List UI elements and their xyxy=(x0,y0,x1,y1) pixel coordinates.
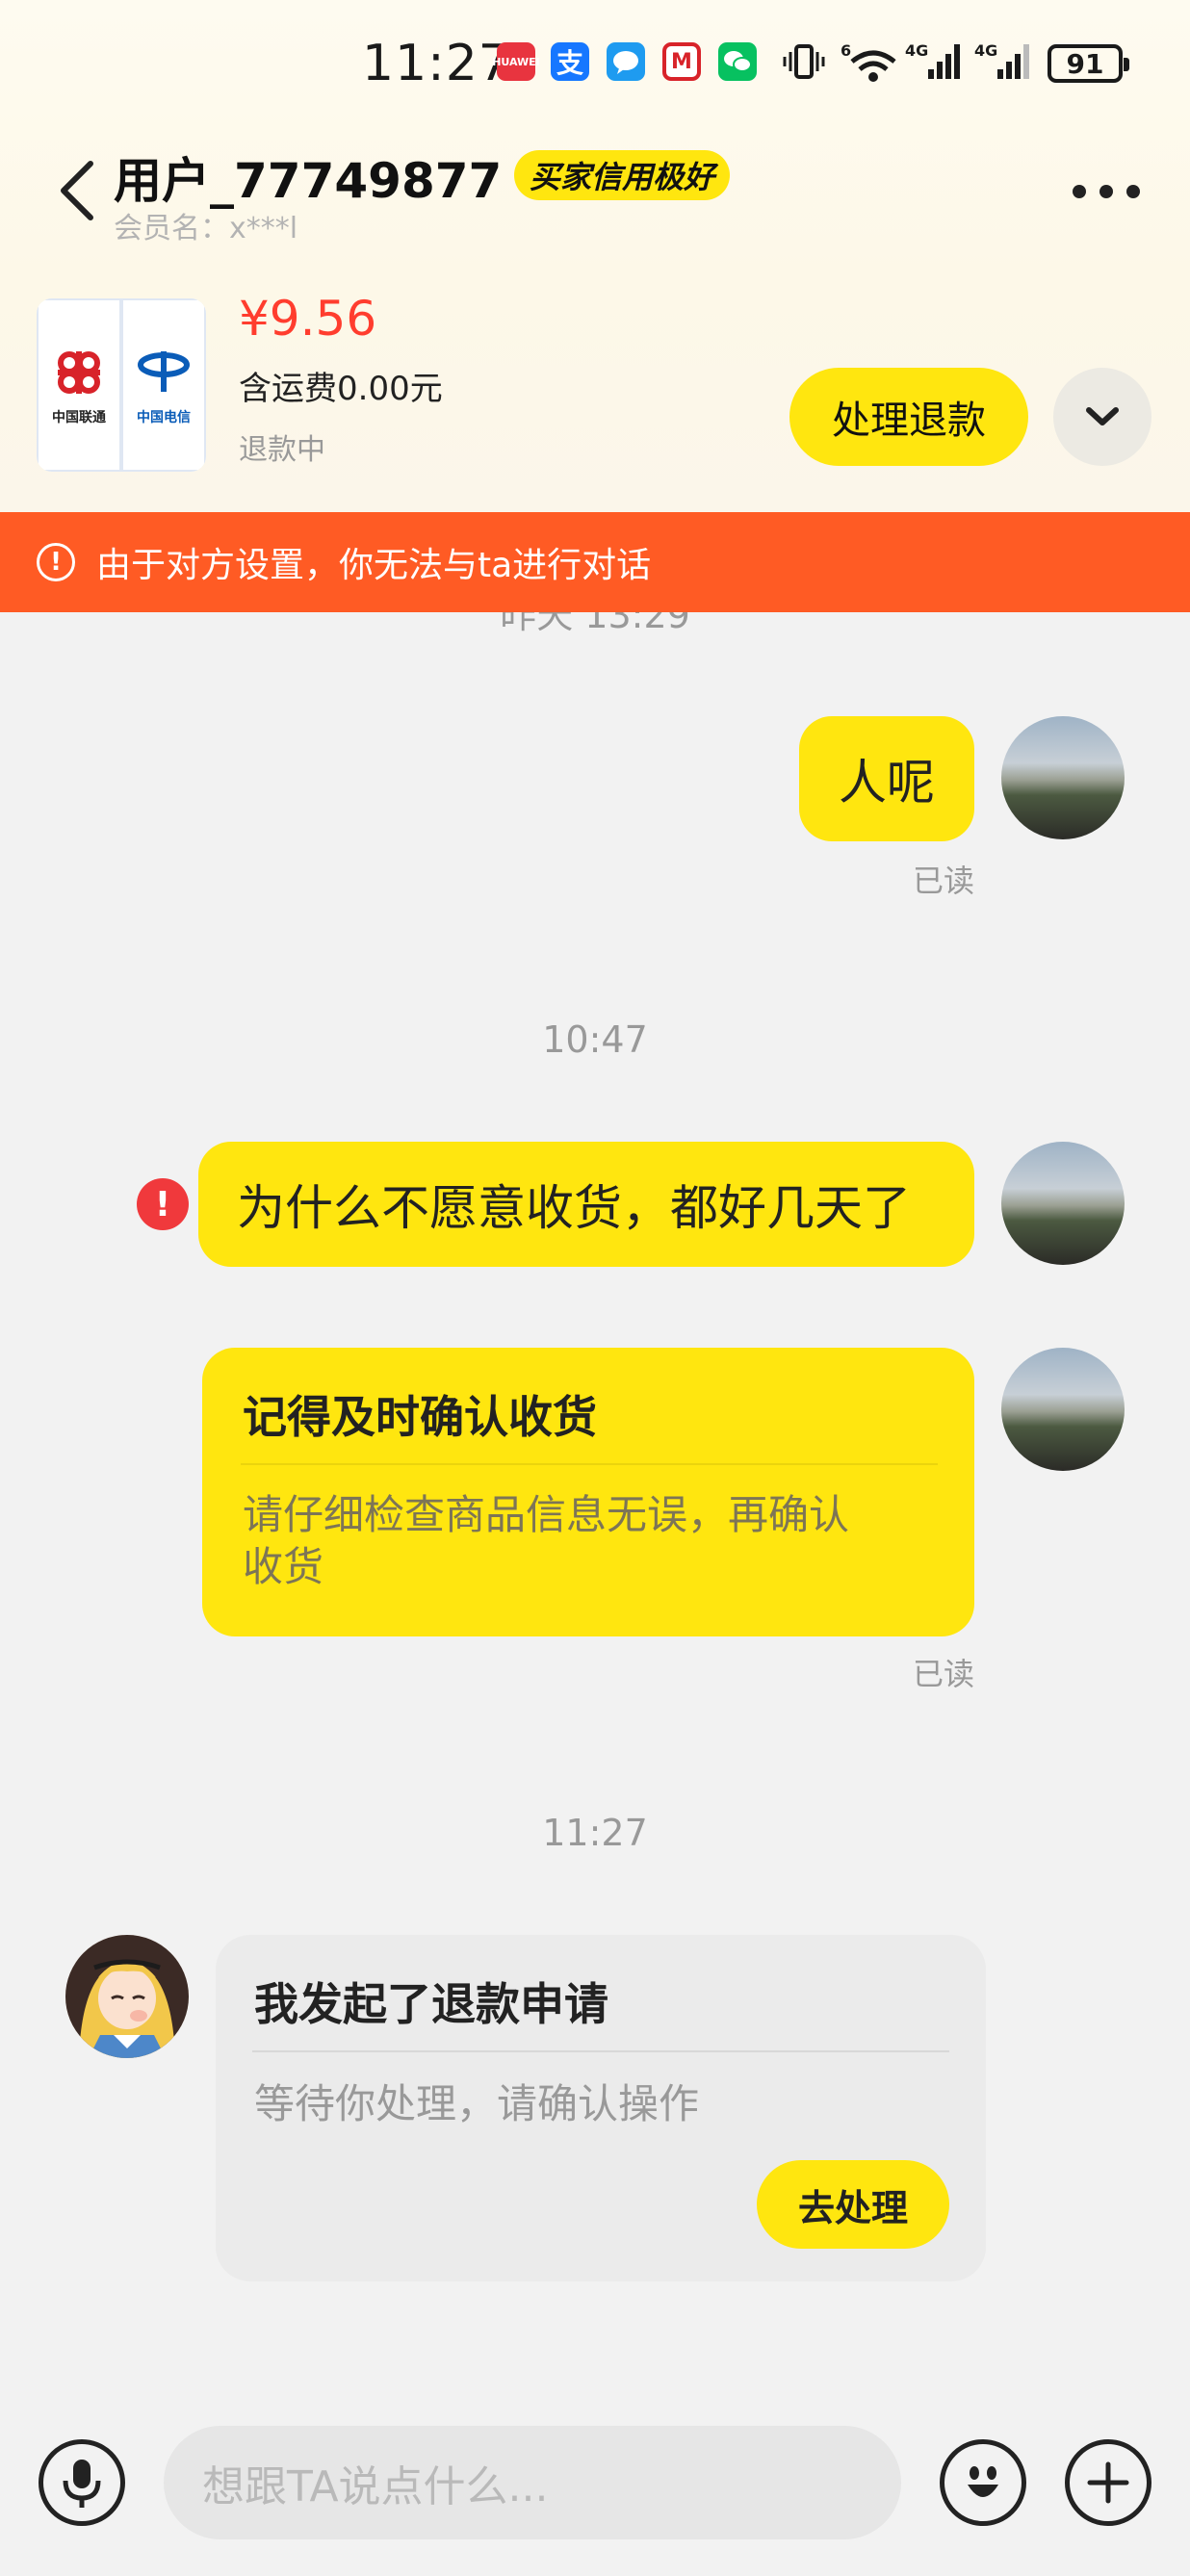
expand-order-button[interactable] xyxy=(1053,368,1151,466)
my-avatar[interactable] xyxy=(1001,716,1125,839)
plus-icon xyxy=(1087,2461,1129,2504)
credit-badge: 买家信用极好 xyxy=(514,150,731,200)
message-text: 人呢 xyxy=(839,755,935,811)
go-process-button[interactable]: 去处理 xyxy=(757,2160,949,2249)
chevron-left-icon xyxy=(61,161,93,220)
partner-avatar[interactable] xyxy=(65,1935,189,2058)
emoji-icon xyxy=(968,2466,998,2497)
message-app-icon xyxy=(607,42,645,81)
order-price: ¥9.56 xyxy=(239,291,377,347)
my-avatar[interactable] xyxy=(1001,1142,1125,1265)
signal-icon-1: 4G xyxy=(905,39,963,85)
alipay-icon: 支 xyxy=(551,42,589,81)
chevron-down-icon xyxy=(1086,407,1119,425)
dot-icon xyxy=(1073,185,1086,198)
confirm-receipt-card[interactable]: 记得及时确认收货 请仔细检查商品信息无误，再确认 收货 xyxy=(202,1348,974,1636)
message-bubble-outgoing[interactable]: 人呢 xyxy=(799,716,974,841)
card-subtitle-line2: 收货 xyxy=(243,1543,324,1590)
card-title: 我发起了退款申请 xyxy=(254,1978,608,2030)
wifi-icon: 6 xyxy=(840,39,899,85)
send-failed-icon[interactable]: ! xyxy=(137,1178,189,1230)
product-thumbnail[interactable]: 中国联通 中国电信 xyxy=(37,298,206,472)
message-input[interactable]: 想跟TA说点什么... xyxy=(164,2426,901,2539)
card-divider xyxy=(252,2050,949,2052)
wifi-label: 6 xyxy=(841,41,851,60)
message-text: 为什么不愿意收货，都好几天了 xyxy=(237,1180,911,1236)
timestamp: 11:27 xyxy=(542,1812,648,1854)
member-name: 会员名：x***l xyxy=(114,212,298,245)
back-button[interactable] xyxy=(54,156,100,225)
read-status: 已读 xyxy=(913,1656,975,1692)
card-subtitle: 等待你处理，请确认操作 xyxy=(254,2080,700,2127)
chat-disabled-banner: ! 由于对方设置，你无法与ta进行对话 xyxy=(0,512,1190,612)
my-avatar[interactable] xyxy=(1001,1348,1125,1471)
voice-input-button[interactable] xyxy=(39,2439,125,2526)
order-shipping: 含运费0.00元 xyxy=(239,370,443,408)
maoyan-app-icon: M xyxy=(662,42,701,81)
read-status: 已读 xyxy=(913,863,975,899)
network-label-2: 4G xyxy=(974,41,997,60)
wechat-icon xyxy=(718,42,757,81)
status-time: 11:27 xyxy=(362,35,511,92)
card-subtitle-line1: 请仔细检查商品信息无误，再确认 xyxy=(243,1491,850,1538)
dot-icon xyxy=(1126,185,1140,198)
alice-avatar-icon xyxy=(65,1935,189,2058)
china-unicom-logo: 中国联通 xyxy=(37,298,121,472)
huawei-app-icon: HUAWEI xyxy=(492,42,540,81)
timestamp: 10:47 xyxy=(542,1018,648,1061)
alert-circle-icon: ! xyxy=(37,543,75,581)
china-telecom-logo: 中国电信 xyxy=(121,298,206,472)
process-refund-button[interactable]: 处理退款 xyxy=(789,368,1028,466)
card-divider xyxy=(241,1463,938,1465)
order-status: 退款中 xyxy=(239,433,325,467)
dot-icon xyxy=(1099,185,1113,198)
more-options-button[interactable] xyxy=(1073,183,1140,200)
chat-partner-name: 用户_77749877 xyxy=(114,153,503,209)
network-label-1: 4G xyxy=(905,41,928,60)
vibrate-icon xyxy=(782,39,826,85)
battery-indicator: 91 xyxy=(1048,44,1129,83)
timestamp: 昨天 13:29 xyxy=(500,612,690,636)
emoji-button[interactable] xyxy=(940,2439,1026,2526)
signal-icon-2: 4G xyxy=(974,39,1032,85)
partial-timestamp-clip: 昨天 13:29 xyxy=(0,612,1190,651)
banner-text: 由于对方设置，你无法与ta进行对话 xyxy=(96,546,652,585)
message-bubble-outgoing[interactable]: 为什么不愿意收货，都好几天了 xyxy=(198,1142,974,1267)
more-actions-button[interactable] xyxy=(1065,2439,1151,2526)
microphone-icon xyxy=(63,2460,101,2508)
card-title: 记得及时确认收货 xyxy=(243,1391,597,1443)
